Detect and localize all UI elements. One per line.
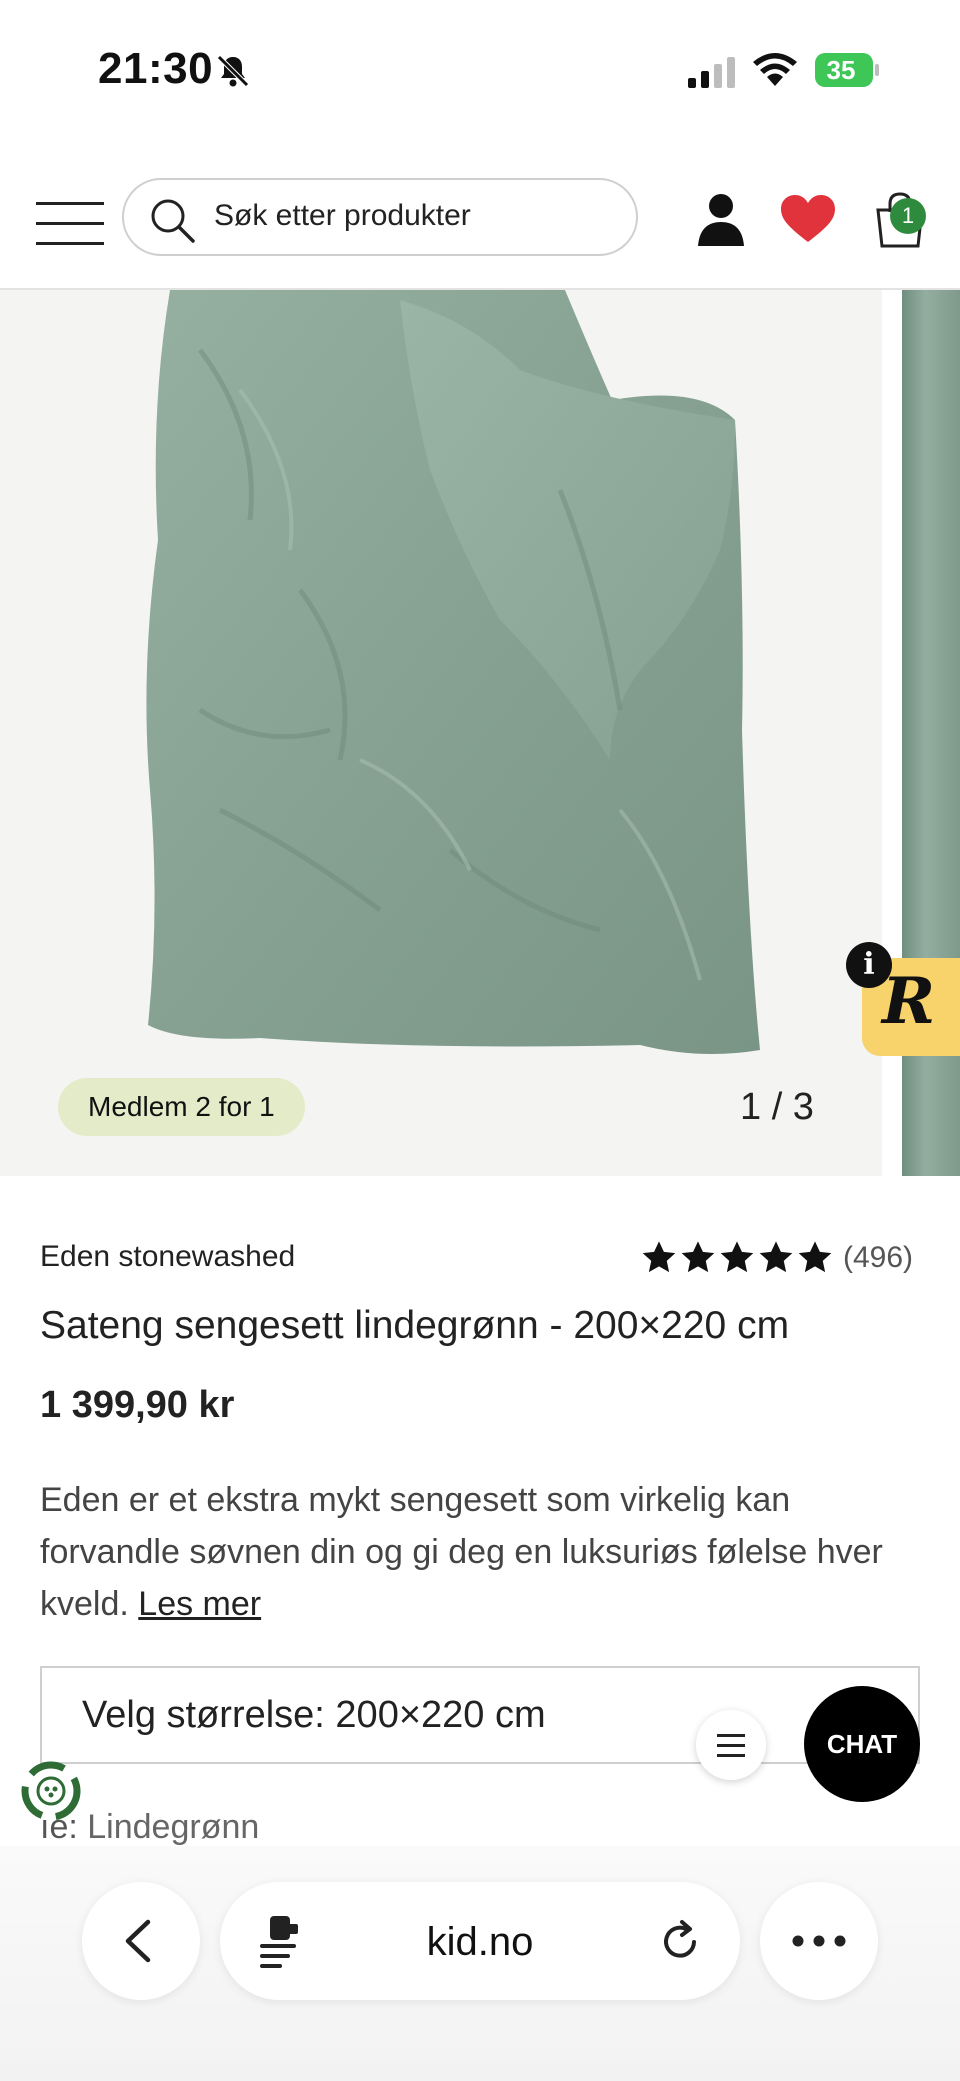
product-rating[interactable]: (496) xyxy=(640,1236,913,1280)
color-value: Lindegrønn xyxy=(87,1808,260,1846)
star-icon xyxy=(798,1241,832,1273)
duvet-product-image xyxy=(146,290,760,1054)
reload-icon[interactable] xyxy=(656,1918,704,1966)
size-select[interactable]: Velg størrelse: 200×220 cm xyxy=(40,1666,920,1764)
hamburger-menu-icon[interactable] xyxy=(36,198,104,248)
review-logo-icon: R xyxy=(882,964,936,1039)
member-offer-badge: Medlem 2 for 1 xyxy=(58,1078,305,1136)
status-bar: 21:30 35 xyxy=(0,0,960,140)
product-title: Sateng sengesett lindegrønn - 200×220 cm xyxy=(40,1304,790,1347)
read-more-link[interactable]: Les mer xyxy=(138,1585,261,1623)
browser-toolbar: kid.no xyxy=(0,1846,960,2081)
product-brand[interactable]: Eden stonewashed xyxy=(40,1240,295,1274)
chevron-left-icon xyxy=(125,1919,151,1963)
cellular-signal-icon xyxy=(688,57,735,88)
status-time: 21:30 xyxy=(98,44,214,93)
product-image-gallery[interactable]: Medlem 2 for 1 1 / 3 R i xyxy=(0,290,960,1176)
more-options-button[interactable] xyxy=(760,1882,878,2000)
rating-count: (496) xyxy=(843,1241,914,1274)
search-placeholder: Søk etter produkter xyxy=(214,199,471,232)
list-menu-button[interactable] xyxy=(696,1710,766,1780)
account-icon[interactable] xyxy=(696,192,746,246)
size-select-label: Velg størrelse: 200×220 cm xyxy=(82,1694,546,1736)
chat-button[interactable]: CHAT xyxy=(804,1686,920,1802)
wifi-icon xyxy=(753,53,797,86)
battery-level: 35 xyxy=(826,55,856,85)
product-description: Eden er et ekstra mykt sengesett som vir… xyxy=(40,1474,900,1630)
site-header: Søk etter produkter xyxy=(0,160,960,290)
ellipsis-icon xyxy=(792,1935,846,1947)
cart-count-badge: 1 xyxy=(890,198,926,234)
star-icon xyxy=(681,1241,715,1273)
search-icon xyxy=(151,199,195,243)
info-icon[interactable]: i xyxy=(846,942,892,988)
star-icon xyxy=(720,1241,754,1273)
search-input[interactable]: Søk etter produkter xyxy=(122,178,638,256)
wishlist-heart-icon[interactable] xyxy=(780,194,836,244)
product-price: 1 399,90 kr xyxy=(40,1384,235,1426)
eco-recycle-icon[interactable] xyxy=(16,1756,86,1826)
back-button[interactable] xyxy=(82,1882,200,2000)
slide-counter: 1 / 3 xyxy=(740,1086,814,1128)
bell-muted-icon xyxy=(217,55,249,87)
address-bar[interactable]: kid.no xyxy=(220,1882,740,2000)
gallery-slide-current[interactable]: Medlem 2 for 1 1 / 3 xyxy=(0,290,882,1176)
star-icon xyxy=(642,1241,676,1273)
star-icon xyxy=(759,1241,793,1273)
